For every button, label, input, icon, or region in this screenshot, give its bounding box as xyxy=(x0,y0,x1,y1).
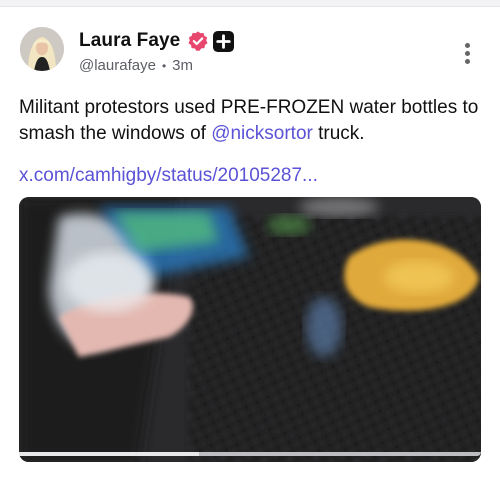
mention-link[interactable]: @nicksortor xyxy=(211,123,313,144)
post-time[interactable]: 3m xyxy=(172,57,193,74)
verified-icon xyxy=(188,31,208,51)
avatar[interactable] xyxy=(20,27,64,71)
video-progress-bar[interactable] xyxy=(19,452,481,456)
author-row: Laura Faye xyxy=(79,30,235,52)
plus-badge-icon xyxy=(213,30,235,52)
avatar-image xyxy=(20,27,64,71)
author-name[interactable]: Laura Faye xyxy=(79,30,180,52)
handle-row: @laurafaye • 3m xyxy=(79,57,193,74)
author-handle[interactable]: @laurafaye xyxy=(79,57,156,74)
video-player[interactable] xyxy=(19,197,481,462)
video-progress-fill xyxy=(19,452,200,456)
post-text-after: truck. xyxy=(312,123,365,144)
video-frame xyxy=(19,197,481,462)
post-link[interactable]: x.com/camhigby/status/20105287... xyxy=(19,165,318,187)
post-text: Militant protestors used PRE-FROZEN wate… xyxy=(19,95,489,147)
separator-dot: • xyxy=(161,58,167,73)
more-options-icon[interactable] xyxy=(461,43,473,67)
